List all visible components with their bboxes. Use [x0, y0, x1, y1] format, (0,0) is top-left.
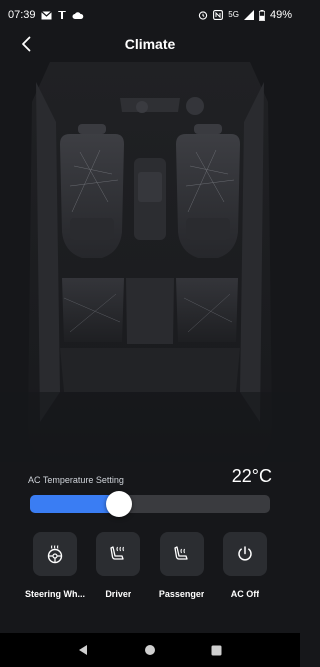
battery-icon [258, 9, 265, 21]
signal-icon [243, 10, 254, 20]
recents-square-icon [211, 645, 222, 655]
passenger-seat-heat-control[interactable]: Passenger [151, 532, 213, 599]
status-time: 07:39 [8, 9, 36, 21]
steering-wheel-heat-control[interactable]: Steering Wh... [24, 532, 86, 599]
nav-back-button[interactable] [71, 638, 95, 662]
ac-power-button[interactable] [222, 532, 267, 576]
mail-icon [40, 10, 52, 19]
driver-seat-heat-label: Driver [105, 589, 132, 599]
back-button[interactable] [14, 32, 38, 56]
power-icon [238, 546, 252, 561]
passenger-seat-heat-button[interactable] [159, 532, 204, 576]
temperature-slider[interactable] [30, 491, 270, 517]
steering-wheel-heat-button[interactable] [33, 532, 77, 576]
ac-power-control[interactable]: AC Off [214, 532, 276, 599]
system-nav-bar [0, 633, 300, 667]
temperature-label: AC Temperature Setting [28, 475, 124, 485]
battery-percent: 49% [269, 9, 292, 21]
home-circle-icon [144, 645, 155, 655]
nav-recents-button[interactable] [205, 638, 229, 662]
network-type: 5G [228, 10, 239, 19]
page-title: Climate [124, 36, 176, 52]
status-right: 5G 49% [198, 9, 292, 21]
cloud-icon [72, 11, 83, 19]
driver-seat-heat-button[interactable] [96, 532, 141, 576]
steering-wheel-heat-icon [47, 545, 63, 564]
chevron-left-icon [22, 36, 31, 52]
header: Climate [0, 30, 300, 58]
status-left: 07:39 [8, 9, 84, 21]
car-interior-image [0, 62, 300, 462]
climate-controls: Steering Wh... Driver Passenger AC Off [24, 532, 276, 599]
driver-seat-heat-icon [110, 546, 125, 560]
back-triangle-icon [79, 645, 88, 655]
passenger-seat-heat-icon [174, 546, 188, 560]
nfc-icon [213, 10, 224, 20]
steering-wheel-heat-label: Steering Wh... [24, 589, 85, 599]
tesla-logo-icon [57, 11, 66, 19]
driver-seat-heat-control[interactable]: Driver [87, 532, 149, 599]
nav-home-button[interactable] [138, 638, 162, 662]
temperature-slider-thumb[interactable] [106, 491, 132, 517]
passenger-seat-heat-label: Passenger [158, 589, 205, 599]
ac-power-label: AC Off [230, 589, 260, 599]
temperature-value: 22°C [231, 466, 272, 486]
alarm-icon [199, 11, 208, 20]
status-bar: 07:39 5G 49% [0, 0, 300, 30]
